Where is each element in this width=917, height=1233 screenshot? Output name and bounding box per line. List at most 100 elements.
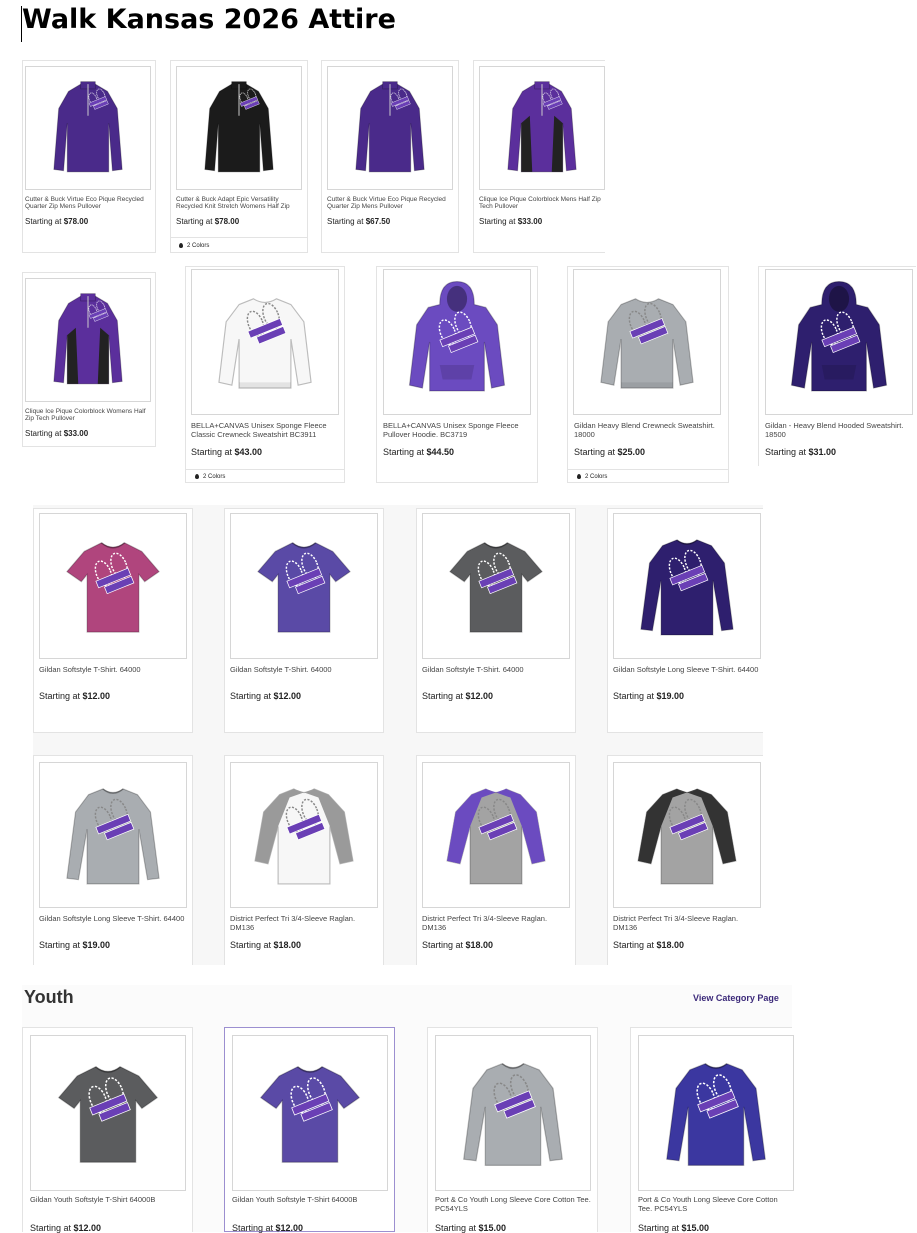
- product-name[interactable]: Port & Co Youth Long Sleeve Core Cotton …: [638, 1196, 792, 1216]
- product-image[interactable]: [638, 1035, 794, 1191]
- product-price: Starting at $12.00: [39, 691, 111, 701]
- garment-illustration: [254, 788, 354, 885]
- product-name[interactable]: Cutter & Buck Virtue Eco Pique Recycled …: [327, 196, 455, 212]
- product-name[interactable]: Gildan Youth Softstyle T-Shirt 64000B: [232, 1196, 390, 1208]
- color-drop-icon: [195, 474, 199, 479]
- product-image[interactable]: [479, 66, 605, 190]
- product-name[interactable]: Clique Ice Pique Colorblock Womens Half …: [25, 408, 147, 424]
- product-card[interactable]: Gildan Youth Softstyle T-Shirt 64000B St…: [224, 1027, 395, 1233]
- product-image[interactable]: [25, 66, 151, 190]
- garment-illustration: [218, 298, 312, 389]
- product-price: Starting at $33.00: [479, 217, 543, 226]
- product-image[interactable]: [422, 513, 570, 659]
- product-name[interactable]: BELLA+CANVAS Unisex Sponge Fleece Pullov…: [383, 422, 528, 442]
- product-card[interactable]: District Perfect Tri 3/4-Sleeve Raglan. …: [607, 755, 763, 965]
- product-card[interactable]: Gildan Softstyle T-Shirt. 64000 Starting…: [416, 508, 576, 733]
- product-name[interactable]: District Perfect Tri 3/4-Sleeve Raglan. …: [422, 915, 558, 935]
- product-image[interactable]: [232, 1035, 388, 1191]
- product-name[interactable]: Port & Co Youth Long Sleeve Core Cotton …: [435, 1196, 593, 1216]
- product-card[interactable]: District Perfect Tri 3/4-Sleeve Raglan. …: [224, 755, 384, 965]
- product-price: Starting at $18.00: [613, 940, 685, 950]
- product-name[interactable]: Gildan Softstyle T-Shirt. 64000: [422, 666, 570, 678]
- product-card[interactable]: Gildan Softstyle Long Sleeve T-Shirt. 64…: [33, 755, 193, 965]
- product-image[interactable]: [613, 513, 761, 659]
- garment-illustration: [600, 298, 694, 389]
- product-image[interactable]: [230, 513, 378, 659]
- garment-illustration: [259, 1066, 361, 1163]
- product-price: Starting at $67.50: [327, 217, 391, 226]
- product-card[interactable]: Gildan Heavy Blend Crewneck Sweatshirt. …: [567, 266, 729, 483]
- product-image[interactable]: [25, 278, 151, 402]
- product-price: Starting at $78.00: [25, 217, 89, 226]
- product-price: Starting at $31.00: [765, 447, 837, 457]
- product-name[interactable]: District Perfect Tri 3/4-Sleeve Raglan. …: [230, 915, 366, 935]
- product-name[interactable]: Gildan Softstyle T-Shirt. 64000: [39, 666, 187, 678]
- garment-illustration: [408, 280, 506, 392]
- garment-illustration: [507, 81, 577, 173]
- product-name[interactable]: Gildan Softstyle Long Sleeve T-Shirt. 64…: [39, 915, 189, 927]
- product-card[interactable]: BELLA+CANVAS Unisex Sponge Fleece Pullov…: [376, 266, 538, 483]
- product-price: Starting at $12.00: [422, 691, 494, 701]
- product-card[interactable]: Cutter & Buck Virtue Eco Pique Recycled …: [22, 60, 156, 253]
- product-card[interactable]: Clique Ice Pique Colorblock Womens Half …: [22, 272, 156, 447]
- product-image[interactable]: [383, 269, 531, 415]
- product-name[interactable]: Gildan - Heavy Blend Hooded Sweatshirt. …: [765, 422, 910, 442]
- product-card[interactable]: Gildan Softstyle T-Shirt. 64000 Starting…: [33, 508, 193, 733]
- product-image[interactable]: [39, 762, 187, 908]
- color-count[interactable]: 2 Colors: [171, 237, 307, 253]
- product-card[interactable]: Gildan Youth Softstyle T-Shirt 64000B St…: [22, 1027, 193, 1233]
- product-name[interactable]: Clique Ice Pique Colorblock Mens Half Zi…: [479, 196, 603, 212]
- product-name[interactable]: Cutter & Buck Adapt Epic Versatility Rec…: [176, 196, 304, 212]
- product-image[interactable]: [613, 762, 761, 908]
- garment-illustration: [637, 788, 737, 885]
- product-image[interactable]: [191, 269, 339, 415]
- color-drop-icon: [577, 474, 581, 479]
- product-price: Starting at $33.00: [25, 429, 89, 438]
- product-price: Starting at $18.00: [230, 940, 302, 950]
- product-image[interactable]: [435, 1035, 591, 1191]
- color-count[interactable]: 2 Colors: [568, 469, 728, 483]
- product-image[interactable]: [176, 66, 302, 190]
- garment-illustration: [53, 293, 123, 385]
- garment-illustration: [463, 1063, 563, 1166]
- product-image[interactable]: [573, 269, 721, 415]
- garment-illustration: [640, 539, 734, 636]
- color-count[interactable]: 2 Colors: [186, 469, 344, 483]
- product-image[interactable]: [422, 762, 570, 908]
- product-card[interactable]: Port & Co Youth Long Sleeve Core Cotton …: [630, 1027, 794, 1233]
- product-image[interactable]: [230, 762, 378, 908]
- garment-illustration: [57, 1066, 159, 1163]
- product-card[interactable]: Gildan Softstyle T-Shirt. 64000 Starting…: [224, 508, 384, 733]
- product-name[interactable]: Cutter & Buck Virtue Eco Pique Recycled …: [25, 196, 153, 212]
- product-image[interactable]: [39, 513, 187, 659]
- color-drop-icon: [179, 243, 183, 248]
- product-card[interactable]: District Perfect Tri 3/4-Sleeve Raglan. …: [416, 755, 576, 965]
- product-price: Starting at $18.00: [422, 940, 494, 950]
- product-card[interactable]: Cutter & Buck Adapt Epic Versatility Rec…: [170, 60, 308, 253]
- garment-illustration: [666, 1063, 766, 1166]
- product-name[interactable]: Gildan Heavy Blend Crewneck Sweatshirt. …: [574, 422, 722, 442]
- product-card[interactable]: Gildan Softstyle Long Sleeve T-Shirt. 64…: [607, 508, 763, 733]
- product-card[interactable]: Port & Co Youth Long Sleeve Core Cotton …: [427, 1027, 598, 1233]
- product-name[interactable]: Gildan Youth Softstyle T-Shirt 64000B: [30, 1196, 188, 1208]
- product-image[interactable]: [327, 66, 453, 190]
- product-card[interactable]: Cutter & Buck Virtue Eco Pique Recycled …: [321, 60, 459, 253]
- product-image[interactable]: [30, 1035, 186, 1191]
- product-card[interactable]: Gildan - Heavy Blend Hooded Sweatshirt. …: [758, 266, 916, 466]
- product-name[interactable]: BELLA+CANVAS Unisex Sponge Fleece Classi…: [191, 422, 336, 442]
- garment-illustration: [790, 280, 888, 392]
- document-title: Walk Kansas 2026 Attire: [22, 4, 396, 35]
- product-price: Starting at $25.00: [574, 447, 646, 457]
- product-name[interactable]: Gildan Softstyle Long Sleeve T-Shirt. 64…: [613, 666, 763, 678]
- garment-illustration: [66, 788, 160, 885]
- product-card[interactable]: BELLA+CANVAS Unisex Sponge Fleece Classi…: [185, 266, 345, 483]
- product-image[interactable]: [765, 269, 913, 415]
- product-name[interactable]: District Perfect Tri 3/4-Sleeve Raglan. …: [613, 915, 749, 935]
- product-card[interactable]: Clique Ice Pique Colorblock Mens Half Zi…: [473, 60, 605, 253]
- view-category-page-link[interactable]: View Category Page: [693, 993, 779, 1003]
- product-name[interactable]: Gildan Softstyle T-Shirt. 64000: [230, 666, 378, 678]
- garment-illustration: [449, 542, 543, 633]
- garment-illustration: [446, 788, 546, 885]
- product-price: Starting at $12.00: [230, 691, 302, 701]
- garment-illustration: [66, 542, 160, 633]
